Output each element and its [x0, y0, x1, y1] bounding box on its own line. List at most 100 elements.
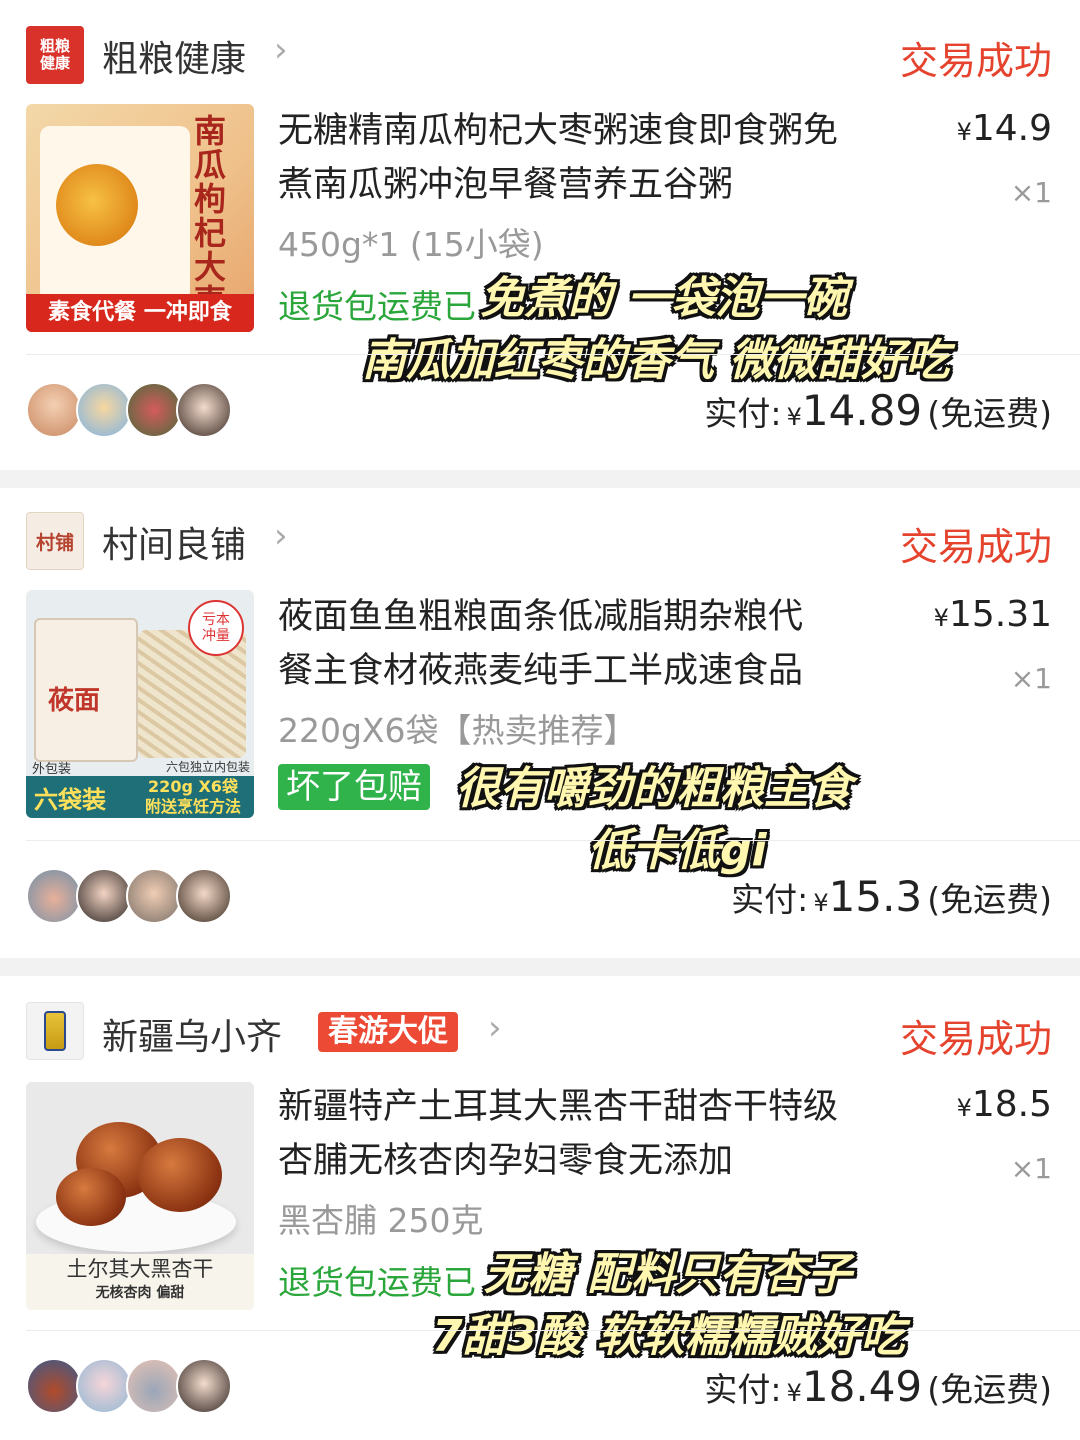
service-tag[interactable]: 退货包运费已	[278, 1256, 476, 1304]
paid-label: 实付:	[731, 880, 809, 919]
overlay-caption: 南瓜加红枣的香气 微微甜好吃	[362, 335, 950, 386]
shipping-fee-note: (免运费)	[927, 1370, 1052, 1409]
shop-logo[interactable]: 粗粮 健康	[26, 26, 84, 84]
image-label-line: 土尔其大黑杏干	[66, 1257, 214, 1281]
product-title-line: 餐主食材莜燕麦纯手工半成速食品	[278, 651, 804, 691]
currency-symbol: ¥	[813, 889, 829, 917]
order-card-1: 粗粮 健康 粗粮健康 › 交易成功 南瓜枸杞大枣粥 素食代餐 一冲即食 无糖精南…	[0, 0, 1080, 468]
product-title-line: 新疆特产土耳其大黑杏干甜杏干特级	[278, 1087, 839, 1127]
quantity: ×1	[1010, 662, 1052, 695]
avatar	[126, 868, 182, 924]
shop-name[interactable]: 村间良铺	[102, 516, 246, 568]
avatar	[176, 1358, 232, 1414]
shop-logo[interactable]	[26, 1002, 84, 1060]
order-separator	[0, 958, 1080, 976]
product-image[interactable]: 南瓜枸杞大枣粥 素食代餐 一冲即食	[26, 104, 254, 332]
price-value: 15.31	[948, 594, 1052, 635]
chevron-right-icon[interactable]: ›	[274, 30, 288, 70]
service-tag[interactable]: 退货包运费已	[278, 280, 476, 328]
product-title-line: 无糖精南瓜枸杞大枣粥速食即食粥免	[278, 111, 839, 151]
shop-name[interactable]: 新疆乌小齐	[102, 1008, 282, 1060]
shop-logo-text: 村铺	[35, 531, 74, 554]
divider	[26, 354, 1080, 355]
chevron-right-icon[interactable]: ›	[488, 1008, 502, 1048]
overlay-caption: 7甜3酸 软软糯糯贼好吃	[432, 1311, 905, 1362]
avatar	[76, 868, 132, 924]
apricot-graphic	[138, 1138, 222, 1212]
product-image-band: 六袋装 220g X6袋 附送烹饪方法	[26, 776, 254, 818]
avatar	[126, 1358, 182, 1414]
paid-amount: 实付: ¥15.3 (免运费)	[731, 872, 1052, 921]
currency-symbol: ¥	[956, 1094, 972, 1122]
currency-symbol: ¥	[956, 118, 972, 146]
avatar	[76, 1358, 132, 1414]
avatar-group[interactable]	[26, 868, 232, 924]
product-image[interactable]: 土尔其大黑杏干 无核杏肉 偏甜	[26, 1082, 254, 1310]
product-title-line: 煮南瓜粥冲泡早餐营养五谷粥	[278, 165, 734, 205]
guarantee-badge[interactable]: 坏了包赔	[278, 764, 430, 810]
shop-logo[interactable]: 村铺	[26, 512, 84, 570]
avatar	[126, 382, 182, 438]
avatar	[176, 382, 232, 438]
currency-symbol: ¥	[933, 604, 949, 632]
product-spec: 220gX6袋【热卖推荐】	[278, 711, 637, 750]
order-status: 交易成功	[899, 525, 1052, 569]
product-image-label: 土尔其大黑杏干 无核杏肉 偏甜	[26, 1254, 254, 1310]
overlay-caption: 免煮的 一袋泡一碗	[480, 273, 848, 324]
avatar	[76, 382, 132, 438]
overlay-caption: 无糖 配料只有杏子	[484, 1249, 852, 1300]
chevron-right-icon[interactable]: ›	[274, 516, 288, 556]
band-text: 六袋装	[34, 786, 106, 814]
divider	[26, 840, 1080, 841]
unit-price: ¥18.5	[957, 1084, 1052, 1125]
product-title[interactable]: 莜面鱼鱼粗粮面条低减脂期杂粮代 餐主食材莜燕麦纯手工半成速食品	[278, 590, 918, 698]
unit-price: ¥14.9	[957, 108, 1052, 149]
avatar	[26, 868, 82, 924]
overlay-caption: 很有嚼劲的粗粮主食	[456, 763, 852, 814]
paid-value: 14.89	[801, 386, 923, 435]
shop-logo-text: 粗粮 健康	[39, 37, 70, 72]
paid-amount: 实付: ¥14.89 (免运费)	[704, 386, 1052, 435]
product-title-line: 莜面鱼鱼粗粮面条低减脂期杂粮代	[278, 597, 804, 637]
shipping-fee-note: (免运费)	[927, 394, 1052, 433]
product-package-text: 莜面	[48, 686, 101, 716]
product-title[interactable]: 新疆特产土耳其大黑杏干甜杏干特级 杏脯无核杏肉孕妇零食无添加	[278, 1080, 918, 1188]
avatar-group[interactable]	[26, 382, 232, 438]
price-value: 14.9	[971, 108, 1052, 149]
paid-value: 18.49	[801, 1362, 923, 1411]
avatar	[176, 868, 232, 924]
currency-symbol: ¥	[786, 1379, 802, 1407]
shop-name[interactable]: 粗粮健康	[102, 30, 246, 82]
paid-label: 实付:	[704, 394, 782, 433]
pumpkin-graphic	[56, 164, 138, 246]
quantity: ×1	[1010, 176, 1052, 209]
order-status: 交易成功	[899, 39, 1052, 83]
avatar-group[interactable]	[26, 1358, 232, 1414]
overlay-caption: 低卡低gi	[588, 825, 767, 876]
paid-label: 实付:	[704, 1370, 782, 1409]
band-text: 220g X6袋 附送烹饪方法	[144, 777, 241, 816]
image-caption: 外包装	[32, 762, 72, 777]
divider	[26, 1330, 1080, 1331]
product-spec: 450g*1 (15小袋)	[278, 225, 544, 264]
currency-symbol: ¥	[786, 403, 802, 431]
product-spec: 黑杏脯 250克	[278, 1201, 484, 1240]
avatar	[26, 1358, 82, 1414]
price-value: 18.5	[971, 1084, 1052, 1125]
shipping-fee-note: (免运费)	[927, 880, 1052, 919]
quantity: ×1	[1010, 1152, 1052, 1185]
product-image-band: 素食代餐 一冲即食	[26, 294, 254, 332]
paid-value: 15.3	[828, 872, 923, 921]
paid-amount: 实付: ¥18.49 (免运费)	[704, 1362, 1052, 1411]
order-card-3: 新疆乌小齐 春游大促 › 交易成功 土尔其大黑杏干 无核杏肉 偏甜 新疆特产土耳…	[0, 976, 1080, 1440]
order-separator	[0, 470, 1080, 488]
order-status: 交易成功	[899, 1017, 1052, 1061]
product-title[interactable]: 无糖精南瓜枸杞大枣粥速食即食粥免 煮南瓜粥冲泡早餐营养五谷粥	[278, 104, 918, 212]
product-image[interactable]: 莜面 亏本 冲量 外包装 六包独立内包装 六袋装 220g X6袋 附送烹饪方法	[26, 590, 254, 818]
avatar	[26, 382, 82, 438]
promo-tag[interactable]: 春游大促	[318, 1012, 458, 1052]
order-card-2: 村铺 村间良铺 › 交易成功 莜面 亏本 冲量 外包装 六包独立内包装 六袋装 …	[0, 488, 1080, 950]
product-title-line: 杏脯无核杏肉孕妇零食无添加	[278, 1141, 734, 1181]
image-label-line: 无核杏肉 偏甜	[95, 1285, 185, 1301]
image-caption: 六包独立内包装	[165, 760, 250, 774]
